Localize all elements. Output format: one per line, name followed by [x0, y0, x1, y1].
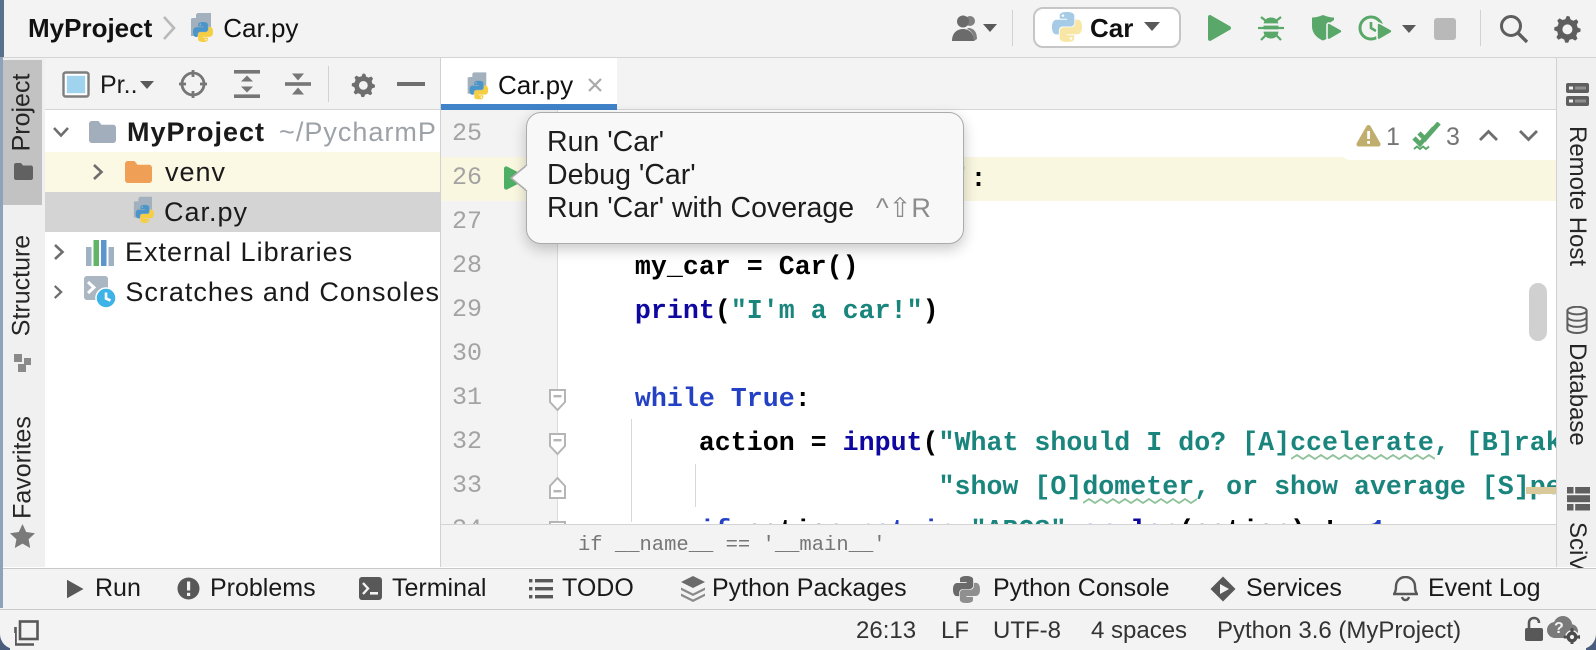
svg-text:?: ? — [1554, 620, 1564, 637]
